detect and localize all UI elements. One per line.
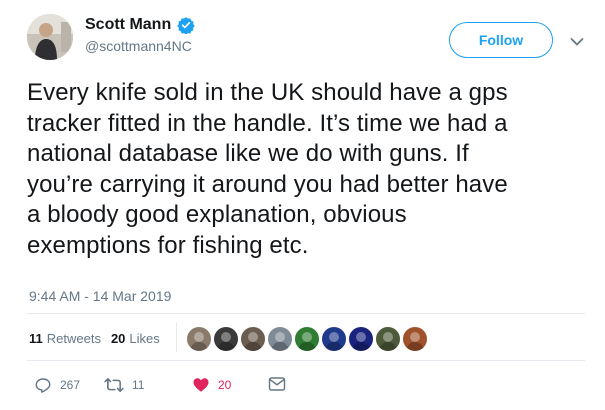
tweet-actions: 267 11 20 — [0, 376, 605, 396]
reply-icon — [35, 378, 51, 393]
liker-avatar[interactable] — [375, 326, 401, 352]
liker-avatar[interactable] — [267, 326, 293, 352]
follow-button[interactable]: Follow — [449, 22, 553, 58]
avatar[interactable] — [27, 14, 73, 60]
tweet-text-line: tracker fitted in the handle. It’s time … — [27, 109, 508, 137]
likes-stat[interactable]: 20 Likes — [111, 331, 160, 346]
tweet-text-line: Every knife sold in the UK should have a… — [27, 79, 508, 106]
liker-avatar[interactable] — [294, 326, 320, 352]
likes-label: Likes — [129, 331, 160, 346]
reply-count: 267 — [60, 378, 81, 392]
display-name[interactable]: Scott Mann — [85, 16, 171, 34]
liker-avatars — [186, 326, 429, 352]
chevron-down-icon[interactable] — [570, 34, 584, 46]
retweet-count: 11 — [132, 378, 145, 392]
stats-separator — [176, 322, 177, 352]
like-count: 20 — [218, 378, 232, 392]
direct-message-button[interactable] — [268, 376, 294, 392]
tweet-text-line: you’re carrying it around you had better… — [27, 170, 508, 198]
tweet-text-line: a bloody good explanation, obvious — [27, 201, 407, 228]
liker-avatar[interactable] — [321, 326, 347, 352]
like-button[interactable]: 20 — [192, 376, 231, 394]
user-info: Scott Mann @scottmann4NC — [85, 16, 195, 54]
divider — [27, 313, 585, 314]
divider — [27, 360, 585, 361]
retweets-label: Retweets — [46, 331, 101, 346]
likes-count: 20 — [110, 331, 126, 346]
liker-avatar[interactable] — [348, 326, 374, 352]
retweets-count: 11 — [29, 331, 43, 346]
tweet-card: Scott Mann @scottmann4NC Follow Every kn… — [0, 0, 605, 410]
retweet-button[interactable]: 11 — [104, 376, 144, 394]
retweet-icon — [104, 378, 124, 392]
retweets-stat[interactable]: 11 Retweets — [29, 331, 101, 346]
tweet-stats: 11 Retweets 20 Likes — [29, 331, 170, 346]
liker-avatar[interactable] — [402, 326, 428, 352]
liker-avatar[interactable] — [213, 326, 239, 352]
liker-avatar[interactable] — [186, 326, 212, 352]
direct-message-icon — [268, 377, 286, 391]
user-handle[interactable]: @scottmann4NC — [85, 38, 195, 54]
heart-icon — [193, 378, 209, 392]
liker-avatar[interactable] — [240, 326, 266, 352]
tweet-text-line: exemptions for fishing etc. — [27, 231, 309, 259]
tweet-text-line: national database like we do with guns. … — [27, 140, 469, 167]
tweet-timestamp[interactable]: 9:44 AM - 14 Mar 2019 — [29, 288, 171, 304]
verified-badge-icon — [177, 16, 195, 35]
tweet-text: Every knife sold in the UK should have a… — [27, 78, 587, 261]
reply-button[interactable]: 267 — [34, 376, 80, 394]
